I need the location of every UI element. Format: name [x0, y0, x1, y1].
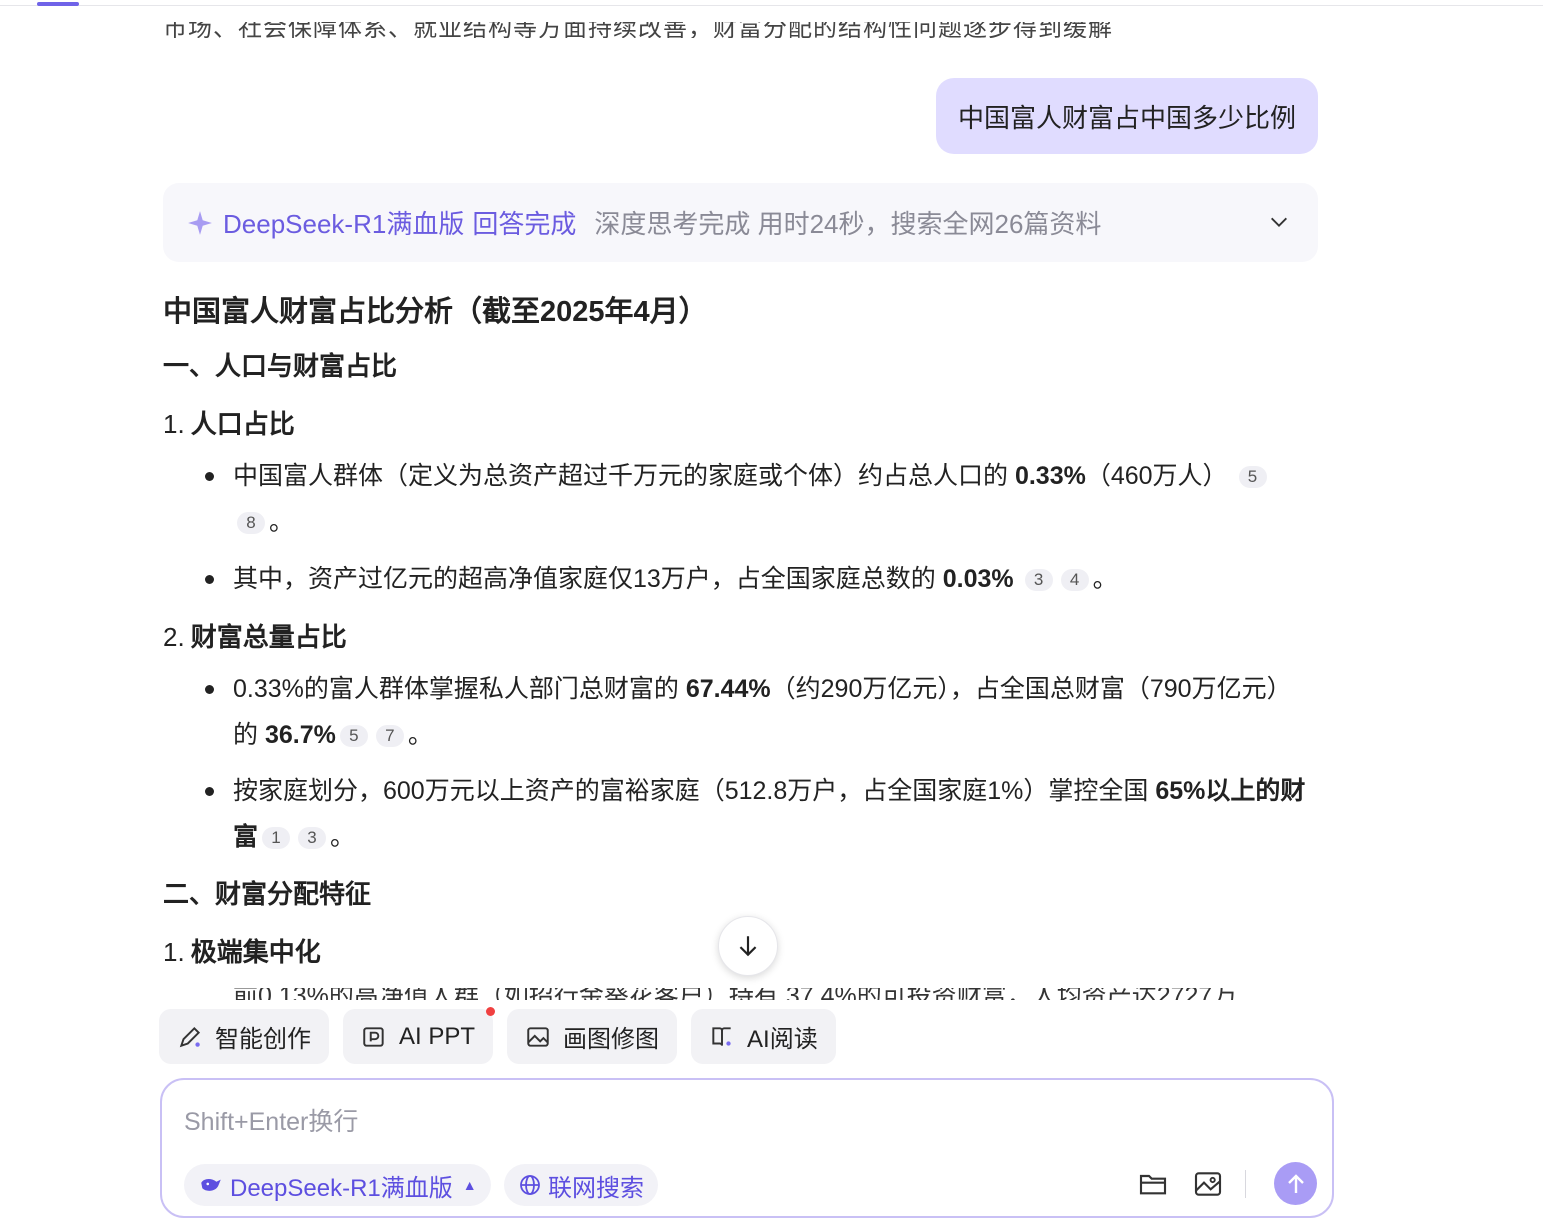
user-question-text: 中国富人财富占中国多少比例: [957, 102, 1296, 133]
chat-input-box[interactable]: Shift+Enter换行 DeepSeek-R1满血版 ▲ 联网搜索: [160, 1078, 1334, 1218]
chip-ai-ppt[interactable]: AI PPT: [343, 1007, 496, 1064]
list-item: 按家庭划分，600万元以上资产的富裕家庭（512.8万户，占全国家庭1%）掌控全…: [205, 768, 1313, 860]
send-button[interactable]: [1274, 1162, 1317, 1205]
answer-title: 中国富人财富占比分析（截至2025年4月）: [163, 296, 708, 328]
whale-logo-icon: [201, 1178, 221, 1191]
tool-chips: 智能创作 AI PPT 画图修图 AI阅读: [159, 1007, 836, 1064]
image-edit-icon: [527, 1026, 549, 1047]
user-message-bubble: 中国富人财富占中国多少比例: [935, 78, 1318, 154]
citation-badge[interactable]: 7: [375, 725, 404, 748]
section-heading-1: 一、人口与财富占比: [163, 351, 398, 381]
subheading-wealth-total: 2. 财富总量占比: [163, 622, 347, 652]
citation-badge[interactable]: 5: [1238, 466, 1267, 489]
section-heading-2: 二、财富分配特征: [163, 879, 372, 909]
arrow-up-icon: [1287, 1173, 1304, 1193]
sparkle-icon: [188, 210, 212, 235]
ppt-icon: [363, 1026, 384, 1047]
list-item: 其中，资产过亿元的超高净值家庭仅13万户，占全国家庭总数的 0.03% 3 4。: [205, 556, 1313, 602]
citation-badge[interactable]: 8: [237, 512, 265, 535]
active-tab-indicator: [37, 2, 79, 6]
divider: [1245, 1170, 1246, 1198]
next-text-fragment: 前0.13%的高净值人群（如招行金葵花客户）持有 37.4%的可投资财富，人均资…: [233, 988, 1273, 1000]
caret-up-icon: ▲: [462, 1177, 477, 1193]
status-meta: 深度思考完成 用时24秒，搜索全网26篇资料: [594, 209, 1102, 239]
status-model-name: DeepSeek-R1满血版: [223, 209, 465, 239]
image-upload-icon[interactable]: [1192, 1168, 1224, 1200]
chip-ai-read[interactable]: AI阅读: [691, 1009, 836, 1064]
pen-icon: [179, 1026, 201, 1047]
citation-badge[interactable]: 3: [298, 827, 327, 850]
list-item: 0.33%的富人群体掌握私人部门总财富的 67.44%（约290万亿元），占全国…: [205, 666, 1313, 758]
subheading-population: 1. 人口占比: [163, 409, 295, 439]
chevron-down-icon[interactable]: [1268, 211, 1290, 233]
chip-image-edit[interactable]: 画图修图: [507, 1009, 678, 1064]
notification-dot: [486, 1007, 496, 1016]
subheading-concentration: 1. 极端集中化: [163, 937, 321, 967]
top-divider: [0, 5, 1543, 6]
scroll-to-bottom-button[interactable]: [718, 916, 778, 976]
model-selector[interactable]: DeepSeek-R1满血版 ▲: [184, 1164, 491, 1206]
globe-icon: [520, 1175, 540, 1195]
list-item: 中国富人群体（定义为总资产超过千万元的家庭或个体）约占总人口的 0.33%（46…: [205, 453, 1313, 545]
previous-message-fragment: 市场、社会保障体系、就业结构等方面持续改善，财富分配的结构性问题逐步得到缓解: [163, 22, 1113, 38]
status-state: 回答完成: [472, 209, 577, 239]
chat-input-placeholder[interactable]: Shift+Enter换行: [184, 1102, 358, 1138]
chip-smart-create[interactable]: 智能创作: [159, 1009, 329, 1064]
arrow-down-icon: [739, 936, 757, 957]
citation-badge[interactable]: 4: [1060, 569, 1089, 592]
citation-badge[interactable]: 5: [339, 725, 368, 748]
book-icon: [712, 1026, 731, 1046]
folder-icon[interactable]: [1137, 1168, 1169, 1200]
citation-badge[interactable]: 3: [1024, 569, 1053, 592]
citation-badge[interactable]: 1: [262, 827, 291, 850]
web-search-toggle[interactable]: 联网搜索: [504, 1164, 658, 1206]
answer-status-bar[interactable]: DeepSeek-R1满血版 回答完成 深度思考完成 用时24秒，搜索全网26篇…: [163, 183, 1318, 262]
